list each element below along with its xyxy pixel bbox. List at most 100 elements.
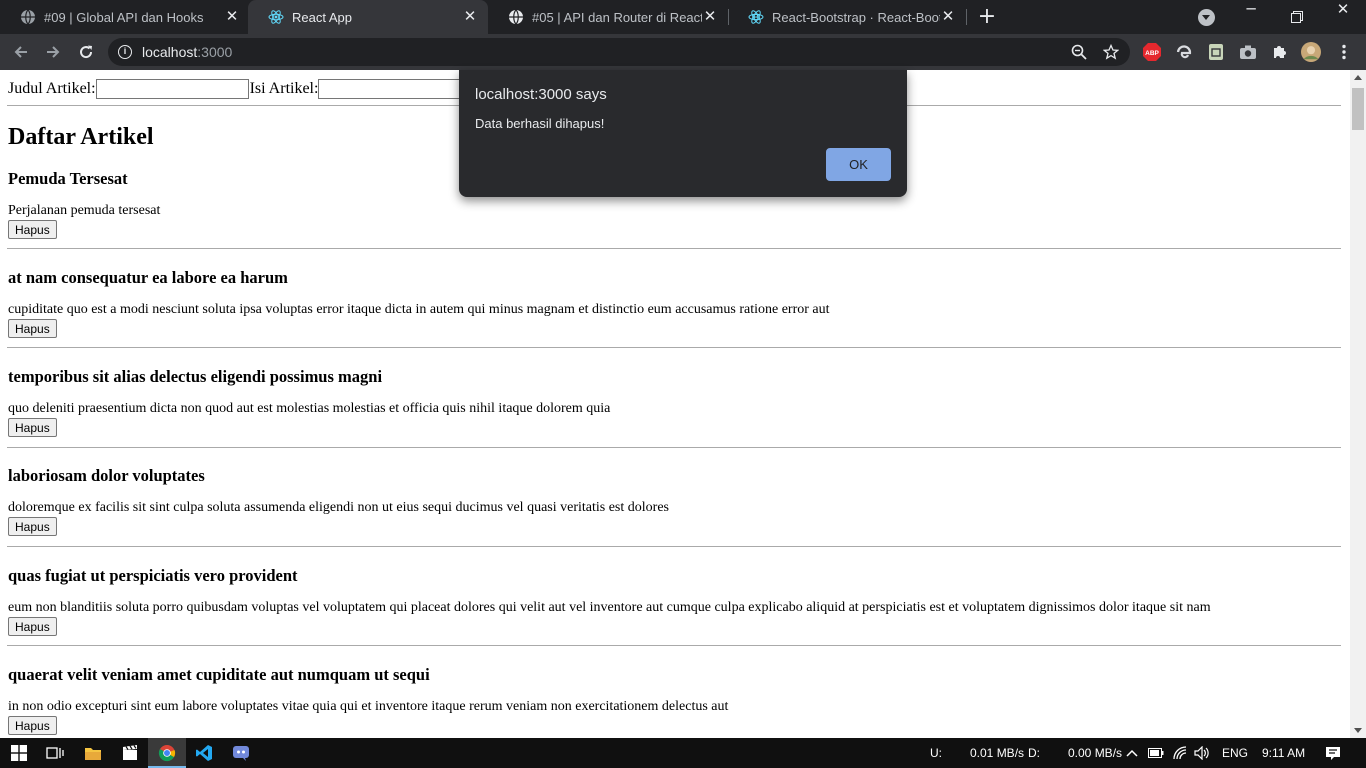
forward-arrow-icon <box>47 46 60 58</box>
title-input[interactable] <box>95 79 249 99</box>
notification-icon[interactable] <box>1325 745 1341 761</box>
scroll-thumb[interactable] <box>1352 88 1364 130</box>
content-input[interactable] <box>318 79 472 99</box>
article-title: quas fugiat ut perspiciatis vero provide… <box>8 566 298 585</box>
close-tab-icon[interactable]: ✕ <box>224 9 240 25</box>
edge-icon[interactable] <box>1174 42 1194 62</box>
article-body: cupiditate quo est a modi nesciunt solut… <box>8 302 830 317</box>
svg-text:B: B <box>753 13 759 22</box>
list-heading: Daftar Artikel <box>8 124 154 150</box>
scroll-down-icon[interactable] <box>1354 728 1362 733</box>
windows-logo-icon <box>11 745 27 761</box>
back-arrow-icon <box>14 46 27 58</box>
tab-title: React-Bootstrap · React-Bootstrap <box>772 9 940 25</box>
divider <box>7 447 1341 448</box>
close-tab-icon[interactable]: ✕ <box>940 9 956 25</box>
delete-button[interactable]: Hapus <box>8 716 57 735</box>
browser-toolbar: i localhost:3000 ABP <box>0 34 1366 70</box>
language-indicator[interactable]: ENG <box>1222 746 1248 760</box>
article-form: Judul Artikel: Isi Artikel: <box>8 79 483 99</box>
delete-button[interactable]: Hapus <box>8 517 57 536</box>
article-body: doloremque ex facilis sit sint culpa sol… <box>8 500 669 515</box>
tab-search-icon[interactable] <box>1198 9 1215 26</box>
site-info-icon[interactable]: i <box>118 45 132 59</box>
delete-button[interactable]: Hapus <box>8 617 57 636</box>
article-body: in non odio excepturi sint eum labore vo… <box>8 699 729 714</box>
zoom-icon[interactable] <box>1071 44 1087 60</box>
article-title: temporibus sit alias delectus eligendi p… <box>8 367 383 386</box>
file-explorer-icon[interactable] <box>74 738 112 768</box>
dialog-title: localhost:3000 says <box>475 86 607 103</box>
adblock-icon[interactable]: ABP <box>1142 42 1162 62</box>
delete-button[interactable]: Hapus <box>8 418 57 437</box>
article-body: quo deleniti praesentium dicta non quod … <box>8 401 611 416</box>
address-bar[interactable]: i localhost:3000 <box>108 38 1130 66</box>
chrome-taskbar-icon[interactable] <box>148 738 186 768</box>
article-title: laboriosam dolor voluptates <box>8 466 205 485</box>
delete-button[interactable]: Hapus <box>8 220 57 239</box>
divider <box>7 347 1341 348</box>
article-title: quaerat velit veniam amet cupiditate aut… <box>8 665 430 684</box>
dialog-message: Data berhasil dihapus! <box>475 116 605 131</box>
minimize-button[interactable]: ─ <box>1228 0 1274 34</box>
upload-speed: 0.01 MB/s <box>970 746 1025 760</box>
url-host: localhost <box>142 44 198 60</box>
content-label: Isi Artikel: <box>249 80 319 97</box>
article-title: Pemuda Tersesat <box>8 169 128 188</box>
forward-button[interactable] <box>40 39 66 65</box>
back-button[interactable] <box>8 39 34 65</box>
battery-icon[interactable] <box>1148 745 1164 761</box>
url-port: :3000 <box>197 44 233 60</box>
camera-icon[interactable] <box>1238 42 1258 62</box>
divider <box>7 248 1341 249</box>
react-bootstrap-icon: B <box>748 9 764 25</box>
tab-api-router[interactable]: #05 | API dan Router di ReactJs ✕ <box>488 0 728 34</box>
volume-icon[interactable] <box>1194 745 1210 761</box>
tab-global-api[interactable]: #09 | Global API dan Hooks ✕ <box>0 0 250 34</box>
close-tab-icon[interactable]: ✕ <box>702 9 718 25</box>
vscode-icon[interactable] <box>185 738 223 768</box>
page-scrollbar[interactable] <box>1350 70 1366 738</box>
chevron-up-icon[interactable] <box>1124 745 1140 761</box>
bookmark-star-icon[interactable] <box>1103 44 1119 60</box>
alert-dialog: localhost:3000 says Data berhasil dihapu… <box>459 70 907 197</box>
divider <box>7 546 1341 547</box>
article-body: eum non blanditiis soluta porro quibusda… <box>8 600 1211 615</box>
menu-icon[interactable] <box>1334 42 1354 62</box>
task-view-icon[interactable] <box>36 738 74 768</box>
divider <box>7 645 1341 646</box>
download-label: D: <box>1028 746 1040 760</box>
restore-button[interactable] <box>1274 0 1320 34</box>
article-body: Perjalanan pemuda tersesat <box>8 203 161 218</box>
new-tab-button[interactable]: + <box>976 6 998 28</box>
tab-react-bootstrap[interactable]: B React-Bootstrap · React-Bootstrap ✕ <box>728 0 966 34</box>
download-speed: 0.00 MB/s <box>1068 746 1123 760</box>
title-label: Judul Artikel: <box>8 80 96 97</box>
wifi-icon[interactable] <box>1172 745 1188 761</box>
puzzle-icon[interactable] <box>1270 42 1290 62</box>
abp-label: ABP <box>1145 50 1159 57</box>
close-window-button[interactable]: ✕ <box>1320 0 1366 34</box>
profile-avatar[interactable] <box>1301 42 1321 62</box>
globe-icon <box>20 9 36 25</box>
upload-label: U: <box>930 746 942 760</box>
tab-title: #05 | API dan Router di ReactJs <box>532 9 702 25</box>
url-text: localhost:3000 <box>142 44 232 60</box>
delete-button[interactable]: Hapus <box>8 319 57 338</box>
start-button[interactable] <box>0 738 38 768</box>
ok-button[interactable]: OK <box>826 148 891 181</box>
clock[interactable]: 9:11 AM <box>1262 746 1305 760</box>
tab-separator <box>966 9 967 25</box>
discord-icon[interactable] <box>222 738 260 768</box>
close-tab-icon[interactable]: ✕ <box>462 9 478 25</box>
sheets-icon[interactable] <box>1206 42 1226 62</box>
media-app-icon[interactable] <box>111 738 149 768</box>
article-title: at nam consequatur ea labore ea harum <box>8 268 288 287</box>
scroll-up-icon[interactable] <box>1354 75 1362 80</box>
reload-button[interactable] <box>73 39 99 65</box>
tab-title: #09 | Global API dan Hooks <box>44 9 204 25</box>
tab-title: React App <box>292 9 352 25</box>
windows-taskbar: U: 0.01 MB/s D: 0.00 MB/s ENG 9:11 AM <box>0 738 1366 768</box>
tab-strip: #09 | Global API dan Hooks ✕ React App ✕… <box>0 0 1366 34</box>
tab-react-app[interactable]: React App ✕ <box>248 0 488 34</box>
